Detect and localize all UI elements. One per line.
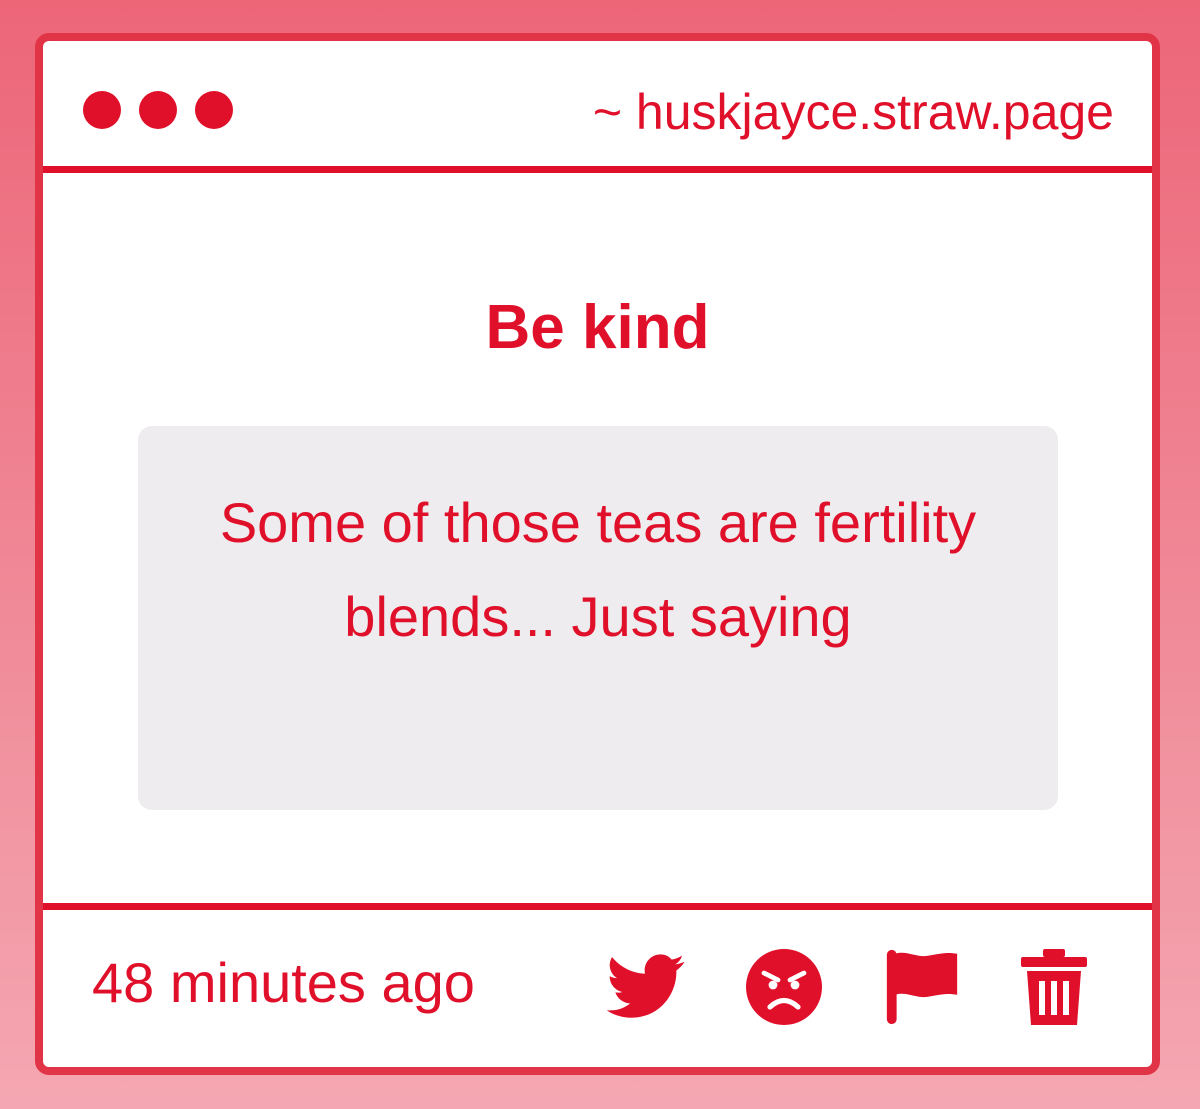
post-timestamp: 48 minutes ago (92, 951, 475, 1014)
angry-face-icon (746, 949, 822, 1025)
window-dot-3[interactable] (195, 91, 233, 129)
delete-button[interactable] (1013, 946, 1095, 1028)
page-url[interactable]: ~ huskjayce.straw.page (593, 83, 1114, 141)
post-content: Be kind Some of those teas are fertility… (43, 173, 1152, 911)
message-text: Some of those teas are fertility blends.… (219, 491, 977, 648)
title-bar: ~ huskjayce.straw.page (43, 41, 1152, 173)
twitter-icon (606, 954, 685, 1018)
report-flag-button[interactable] (881, 946, 963, 1028)
post-title: Be kind (485, 293, 710, 362)
angry-reaction-button[interactable] (743, 946, 825, 1028)
window-dot-1[interactable] (83, 91, 121, 129)
window-controls (83, 91, 233, 129)
window-dot-2[interactable] (139, 91, 177, 129)
browser-window: ~ huskjayce.straw.page Be kind Some of t… (35, 33, 1160, 1075)
post-footer: 48 minutes ago (43, 903, 1152, 1067)
twitter-share-button[interactable] (605, 946, 687, 1028)
trash-icon (1021, 949, 1087, 1025)
flag-icon (886, 949, 958, 1025)
message-box: Some of those teas are fertility blends.… (138, 426, 1058, 810)
